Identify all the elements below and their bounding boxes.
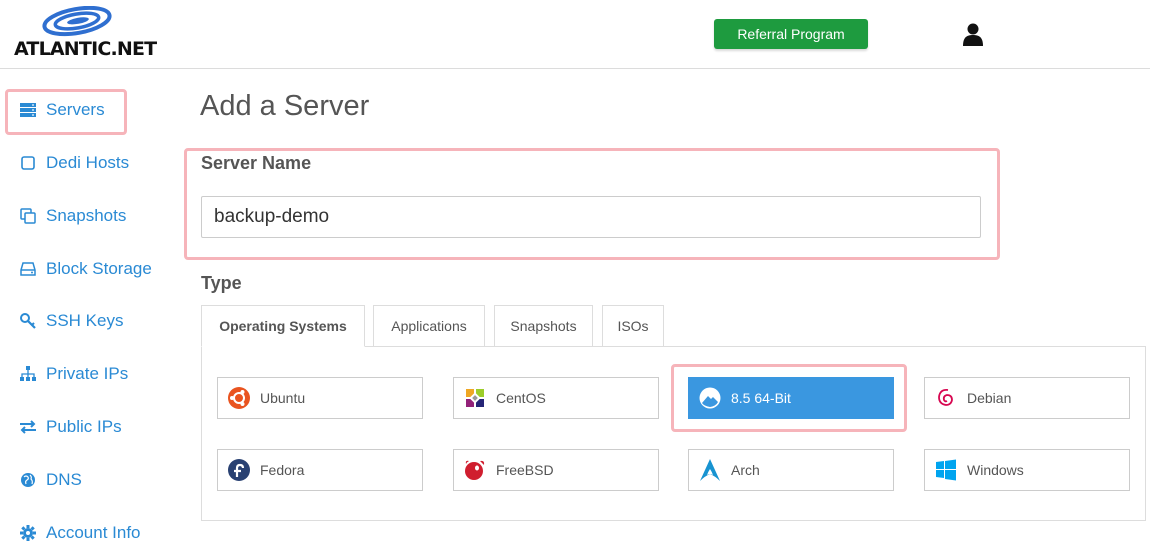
sidebar: Servers Dedi Hosts Snapshots Block Stora… bbox=[0, 69, 180, 542]
windows-icon bbox=[933, 457, 959, 483]
os-option-debian[interactable]: Debian bbox=[924, 377, 1130, 419]
os-option-windows[interactable]: Windows bbox=[924, 449, 1130, 491]
tab-operating-systems[interactable]: Operating Systems bbox=[201, 305, 365, 347]
sidebar-item-account-info[interactable]: Account Info bbox=[18, 518, 141, 548]
sidebar-item-label: DNS bbox=[46, 470, 82, 489]
os-option-label: Fedora bbox=[260, 462, 305, 478]
square-icon bbox=[18, 153, 38, 173]
os-option-label: Windows bbox=[967, 462, 1024, 478]
sidebar-item-label: Snapshots bbox=[46, 206, 127, 225]
sidebar-item-block-storage[interactable]: Block Storage bbox=[18, 254, 152, 284]
top-header: ATLANTIC.NET Referral Program bbox=[0, 0, 1150, 69]
os-option-ubuntu[interactable]: Ubuntu bbox=[217, 377, 423, 419]
globe-icon bbox=[18, 470, 38, 490]
os-option-label: Arch bbox=[731, 462, 760, 478]
os-option-label: 8.5 64-Bit bbox=[731, 390, 791, 406]
gear-icon bbox=[18, 523, 38, 543]
sidebar-item-servers[interactable]: Servers bbox=[18, 95, 105, 125]
tab-isos[interactable]: ISOs bbox=[602, 305, 664, 347]
tab-applications[interactable]: Applications bbox=[373, 305, 485, 347]
sidebar-item-ssh-keys[interactable]: SSH Keys bbox=[18, 306, 123, 336]
sidebar-item-snapshots[interactable]: Snapshots bbox=[18, 201, 126, 231]
exchange-icon bbox=[18, 417, 38, 437]
sidebar-item-dns[interactable]: DNS bbox=[18, 465, 82, 495]
sidebar-item-label: Private IPs bbox=[46, 364, 129, 383]
tab-snapshots[interactable]: Snapshots bbox=[494, 305, 593, 347]
os-option-freebsd[interactable]: FreeBSD bbox=[453, 449, 659, 491]
sidebar-item-label: Public IPs bbox=[46, 417, 122, 436]
os-options-panel bbox=[201, 346, 1146, 521]
os-option-centos[interactable]: CentOS bbox=[453, 377, 659, 419]
sidebar-item-label: Block Storage bbox=[46, 259, 152, 278]
os-option-label: Ubuntu bbox=[260, 390, 306, 406]
page-title: Add a Server bbox=[200, 90, 370, 122]
freebsd-icon bbox=[462, 457, 488, 483]
sidebar-item-public-ips[interactable]: Public IPs bbox=[18, 412, 122, 442]
server-name-label: Server Name bbox=[201, 153, 312, 173]
os-option-label: FreeBSD bbox=[496, 462, 554, 478]
user-icon[interactable] bbox=[961, 22, 985, 46]
arch-icon bbox=[697, 457, 723, 483]
os-option-fedora[interactable]: Fedora bbox=[217, 449, 423, 491]
servers-icon bbox=[18, 100, 38, 120]
logo-swirl-icon bbox=[42, 6, 112, 37]
atlantic-net-logo[interactable]: ATLANTIC.NET bbox=[14, 6, 157, 62]
hdd-icon bbox=[18, 259, 38, 279]
sidebar-item-label: SSH Keys bbox=[46, 311, 124, 330]
copy-icon bbox=[18, 206, 38, 226]
sidebar-item-private-ips[interactable]: Private IPs bbox=[18, 359, 128, 389]
ubuntu-icon bbox=[226, 385, 252, 411]
key-icon bbox=[18, 311, 38, 331]
sidebar-item-label: Servers bbox=[46, 100, 105, 119]
sidebar-item-label: Dedi Hosts bbox=[46, 153, 130, 172]
type-label: Type bbox=[201, 273, 242, 293]
os-option-arch[interactable]: Arch bbox=[688, 449, 894, 491]
logo-text: ATLANTIC.NET bbox=[14, 38, 157, 60]
centos-icon bbox=[462, 385, 488, 411]
server-name-input[interactable] bbox=[201, 196, 981, 238]
debian-icon bbox=[933, 385, 959, 411]
referral-program-button[interactable]: Referral Program bbox=[714, 19, 868, 49]
os-option-label: Debian bbox=[967, 390, 1012, 406]
sitemap-icon bbox=[18, 364, 38, 384]
sidebar-item-label: Account Info bbox=[46, 523, 141, 542]
os-option-label: CentOS bbox=[496, 390, 546, 406]
os-option-rocky-linux-8-5[interactable]: 8.5 64-Bit bbox=[688, 377, 894, 419]
fedora-icon bbox=[226, 457, 252, 483]
rocky-linux-icon bbox=[697, 385, 723, 411]
sidebar-item-dedi-hosts[interactable]: Dedi Hosts bbox=[18, 148, 129, 178]
